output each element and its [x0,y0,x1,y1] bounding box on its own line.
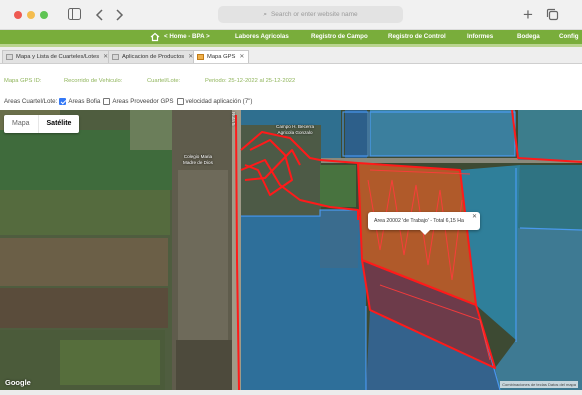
nav-informes[interactable]: Informes [467,30,493,44]
google-logo: Google [5,378,31,387]
area-info-window[interactable]: Area 20002 'de Trabajo' - Total 6,15 Ha … [368,212,480,235]
tab-mapa-gps[interactable]: Mapa GPS ✕ [193,50,250,63]
recorrido-vehiculo-label: Recorrido de Vehiculo: [64,78,123,84]
filter-label: velocidad aplicación (7") [185,97,253,105]
sidebar-toggle-icon[interactable] [68,8,82,22]
gps-map[interactable]: Mapa Satélite Campo H. Becerra Agricola G… [0,110,582,390]
close-tab-icon[interactable]: ✕ [239,54,244,60]
mapa-gps-id-label: Mapa GPS ID: [4,78,42,84]
new-tab-icon[interactable]: + [521,6,535,23]
nav-labores-agricolas[interactable]: Labores Agricolas [235,30,289,44]
map-attribution[interactable]: Combinaciones de teclas Datos del mapa [500,381,578,388]
window-bottom-edge [0,390,582,395]
filter-label: Areas Proveedor GPS [112,97,174,105]
area-filters: Areas Cuartel/Lote: Areas Bofia Areas Pr… [4,96,255,106]
map-type-control: Mapa Satélite [4,115,80,133]
address-placeholder: Search or enter website name [270,11,358,18]
satellite-imagery [0,110,582,390]
nav-registro-campo[interactable]: Registro de Campo [311,30,368,44]
nav-registro-control[interactable]: Registro de Control [388,30,446,44]
place-label-colegio: Colegio Maria Madre de Dios [183,154,213,165]
nav-home-bpa[interactable]: < Home - BPA > [164,30,210,44]
main-nav: < Home - BPA > Labores Agricolas Registr… [0,30,582,44]
road-label: Ruta 5 [231,112,236,126]
minimize-window-button[interactable] [27,11,35,19]
map-type-satellite-button[interactable]: Satélite [37,115,80,133]
tab-aplicacion-productos[interactable]: Aplicacion de Productos ✕ [108,50,199,63]
cuartel-lote-label: Cuartel/Lote: [147,78,181,84]
periodo-label: Periodo: 25-12-2022 al 25-12-2022 [205,78,296,84]
tab-overview-icon[interactable] [545,8,559,22]
tab-label: Mapa y Lista de Cuarteles/Lotes [16,54,100,60]
filter-velocidad-aplicacion[interactable]: velocidad aplicación (7") [176,97,253,105]
checkbox[interactable] [103,97,111,105]
document-icon [112,54,119,60]
filter-areas-proveedor-gps[interactable]: Areas Proveedor GPS [103,97,174,105]
app-tab-bar: Mapa y Lista de Cuarteles/Lotes ✕ Aplicac… [0,47,582,64]
filters-label: Areas Cuartel/Lote: [4,97,58,105]
gps-map-icon [197,54,204,60]
document-icon [6,54,13,60]
tab-label: Aplicacion de Productos [122,54,185,60]
tab-mapa-lista-cuarteles[interactable]: Mapa y Lista de Cuarteles/Lotes ✕ [2,50,113,63]
home-icon[interactable] [150,32,160,42]
checkbox-checked[interactable] [59,97,67,105]
place-label-campo: Campo H. Becerra Agricola Gonzalo [276,124,315,135]
browser-toolbar: ⌕ Search or enter website name + [0,0,582,30]
nav-config[interactable]: Config [559,30,579,44]
back-icon[interactable] [93,8,107,22]
tab-label: Mapa GPS [207,54,236,60]
filter-label: Areas Bofia [68,97,101,105]
map-type-mapa-button[interactable]: Mapa [4,115,38,133]
close-infowindow-icon[interactable]: ✕ [472,213,477,220]
area-info-text: Area 20002 'de Trabajo' - Total 6,15 Ha [374,218,464,224]
maximize-window-button[interactable] [40,11,48,19]
checkbox[interactable] [176,97,184,105]
search-icon: ⌕ [263,11,267,18]
close-window-button[interactable] [14,11,22,19]
nav-bodega[interactable]: Bodega [517,30,540,44]
filter-areas-bofia[interactable]: Areas Bofia [59,97,101,105]
forward-icon[interactable] [112,8,126,22]
address-bar[interactable]: ⌕ Search or enter website name [218,6,403,23]
